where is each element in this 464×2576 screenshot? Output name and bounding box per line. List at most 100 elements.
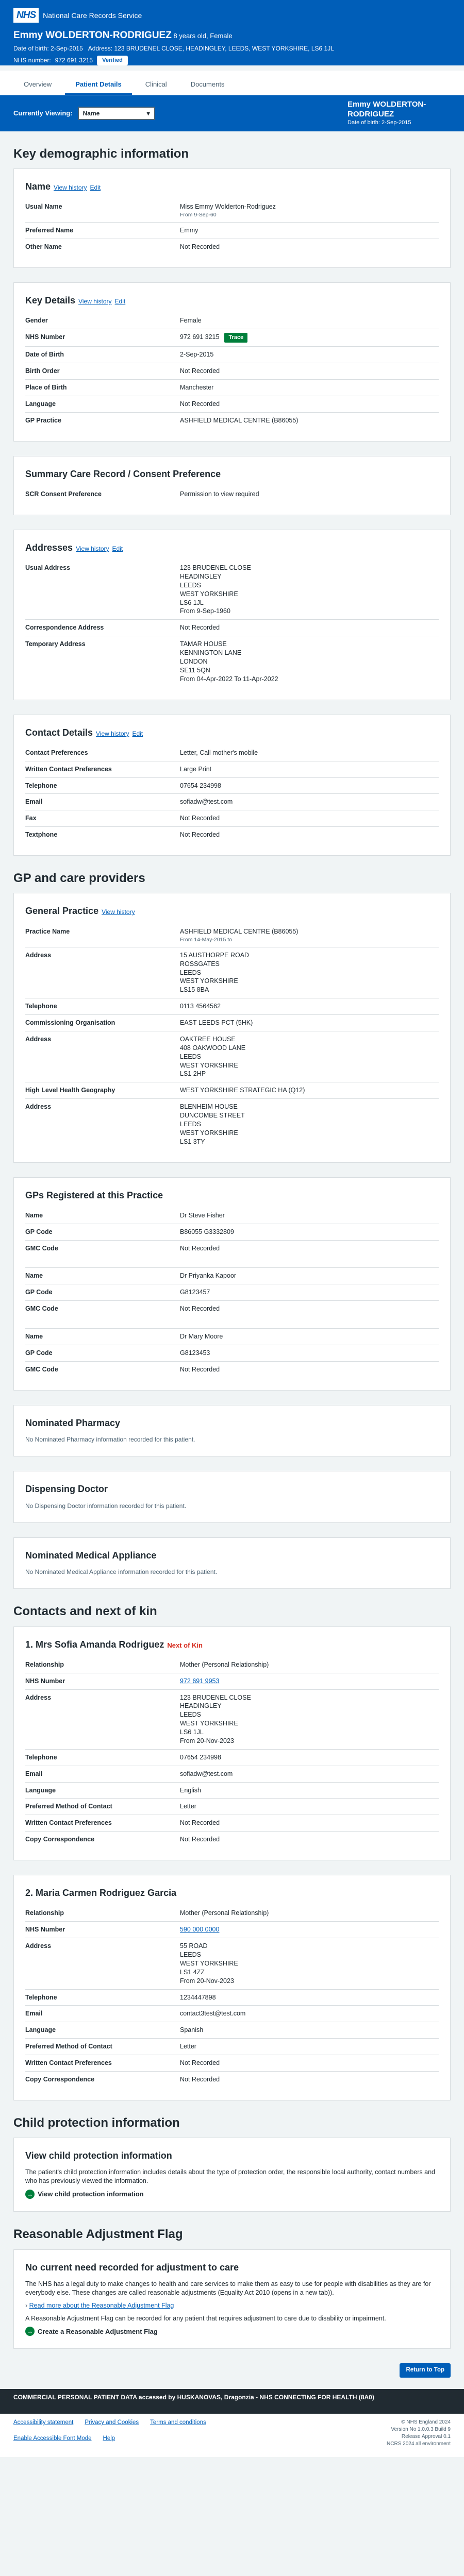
detail-line: TAMAR HOUSE bbox=[180, 640, 227, 648]
detail-value: ASHFIELD MEDICAL CENTRE (B86055) From 14-… bbox=[180, 927, 439, 943]
key-demographics-heading: Key demographic information bbox=[13, 146, 189, 161]
detail-label: GMC Code bbox=[25, 1305, 58, 1313]
footer: Accessibility statement Privacy and Cooki… bbox=[0, 2413, 464, 2457]
detail-row: Telephone 07654 234998 bbox=[25, 1749, 439, 1766]
detail-row: Practice Name ASHFIELD MEDICAL CENTRE (B8… bbox=[25, 924, 439, 947]
detail-line: WEST YORKSHIRE bbox=[180, 1720, 238, 1727]
detail-line: WEST YORKSHIRE bbox=[180, 1959, 238, 1967]
detail-row: Commissioning Organisation EAST LEEDS PCT… bbox=[25, 1014, 439, 1031]
detail-row: NHS Number 972 691 3215 Trace bbox=[25, 329, 439, 346]
key-details-card: Key Details View history Edit Gender Female… bbox=[13, 282, 451, 442]
name-edit-link[interactable]: Edit bbox=[90, 184, 101, 191]
detail-value: B86055 G3332809 bbox=[180, 1228, 439, 1236]
detail-line: LONDON bbox=[180, 657, 208, 665]
detail-value: 972 691 3215 Trace bbox=[180, 333, 439, 343]
key-details-edit-link[interactable]: Edit bbox=[115, 298, 126, 305]
detail-row: GP Code G8123457 bbox=[25, 1284, 439, 1300]
section-select[interactable]: Name ▾ bbox=[77, 106, 155, 120]
footer-link[interactable]: Help bbox=[103, 2435, 115, 2448]
detail-line: LS6 1JL bbox=[180, 599, 204, 606]
detail-label: Email bbox=[25, 1770, 43, 1777]
view-child-protection-action[interactable]: → View child protection information bbox=[25, 2190, 439, 2199]
gp-heading: GP and care providers bbox=[13, 871, 145, 886]
contact-person-card-1: 1. Mrs Sofia Amanda Rodriguez Next of Kin… bbox=[13, 1626, 451, 1861]
addresses-view-history-link[interactable]: View history bbox=[76, 545, 109, 552]
gp-view-history-link[interactable]: View history bbox=[102, 908, 135, 916]
detail-label: Telephone bbox=[25, 1003, 57, 1010]
detail-value: Letter bbox=[180, 1802, 439, 1811]
detail-row: Name Dr Priyanka Kapoor bbox=[25, 1267, 439, 1284]
read-more-raf-link[interactable]: Read more about the Reasonable Adjustmen… bbox=[29, 2302, 174, 2309]
detail-line: LS6 1JL bbox=[180, 1728, 204, 1736]
detail-label: Telephone bbox=[25, 1753, 57, 1761]
detail-row: Preferred Method of Contact Letter bbox=[25, 2038, 439, 2055]
detail-row: Language Not Recorded bbox=[25, 395, 439, 412]
addresses-card: Addresses View history Edit Usual Address 1… bbox=[13, 529, 451, 700]
detail-row: Name Dr Mary Moore bbox=[25, 1328, 439, 1345]
trace-button[interactable]: Trace bbox=[224, 333, 248, 343]
detail-row: GMC Code Not Recorded bbox=[25, 1240, 439, 1257]
detail-value: 123 BRUDENEL CLOSE HEADINGLEY LEEDS WEST YO… bbox=[180, 564, 439, 616]
detail-row: Preferred Method of Contact Letter bbox=[25, 1798, 439, 1815]
detail-value: Emmy bbox=[180, 226, 439, 235]
create-raf-action[interactable]: → Create a Reasonable Adjustment Flag bbox=[25, 2327, 439, 2336]
arrow-right-icon: → bbox=[25, 2327, 35, 2336]
contact-details-card: Contact Details View history Edit Contact … bbox=[13, 714, 451, 856]
dispensing-doctor-card: Dispensing Doctor No Dispensing Doctor i… bbox=[13, 1471, 451, 1523]
detail-row: High Level Health Geography WEST YORKSHIR… bbox=[25, 1082, 439, 1098]
contact-edit-link[interactable]: Edit bbox=[132, 730, 143, 737]
detail-line: ROSSGATES bbox=[180, 960, 220, 968]
addresses-edit-link[interactable]: Edit bbox=[112, 545, 123, 552]
return-to-top-button[interactable]: Return to Top bbox=[400, 2363, 451, 2378]
detail-value: contact3test@test.com bbox=[180, 2009, 439, 2018]
nhs-number-link[interactable]: 590 000 0000 bbox=[180, 1926, 219, 1933]
contact-person-card-2: 2. Maria Carmen Rodriguez Garcia Relatio… bbox=[13, 1875, 451, 2100]
version-line: © NHS England 2024 bbox=[401, 2419, 451, 2425]
detail-value: BLENHEIM HOUSE DUNCOMBE STREET LEEDS WEST Y… bbox=[180, 1103, 439, 1146]
detail-text: 1234447898 bbox=[180, 1993, 216, 2001]
detail-row: NHS Number 590 000 0000 bbox=[25, 1921, 439, 1938]
detail-value: Permission to view required bbox=[180, 490, 439, 499]
detail-text: 2-Sep-2015 bbox=[180, 351, 214, 359]
footer-link[interactable]: Enable Accessible Font Mode bbox=[13, 2435, 92, 2448]
tab-documents[interactable]: Documents bbox=[180, 75, 235, 95]
footer-link[interactable]: Accessibility statement bbox=[13, 2419, 73, 2432]
footer-link[interactable]: Privacy and Cookies bbox=[85, 2419, 139, 2432]
detail-value: Dr Priyanka Kapoor bbox=[180, 1272, 439, 1280]
detail-value: Spanish bbox=[180, 2026, 439, 2035]
detail-label: Practice Name bbox=[25, 927, 70, 935]
nhs-number-link[interactable]: 972 691 9953 bbox=[180, 1677, 219, 1685]
detail-label: Preferred Name bbox=[25, 227, 74, 234]
tab-patient-details[interactable]: Patient Details bbox=[65, 75, 132, 95]
tab-overview[interactable]: Overview bbox=[13, 75, 62, 95]
tab-clinical[interactable]: Clinical bbox=[135, 75, 177, 95]
detail-text: 07654 234998 bbox=[180, 782, 221, 789]
detail-value: Not Recorded bbox=[180, 1244, 439, 1253]
detail-text: Not Recorded bbox=[180, 367, 220, 375]
detail-line: LS1 3TY bbox=[180, 1138, 205, 1145]
detail-value: EAST LEEDS PCT (5HK) bbox=[180, 1019, 439, 1027]
detail-line: LS15 8BA bbox=[180, 986, 209, 994]
detail-value: Large Print bbox=[180, 765, 439, 774]
detail-label: GP Code bbox=[25, 1289, 53, 1296]
detail-value: Not Recorded bbox=[180, 243, 439, 251]
contact-view-history-link[interactable]: View history bbox=[96, 730, 129, 737]
detail-label: Address bbox=[25, 1693, 52, 1701]
detail-row: Fax Not Recorded bbox=[25, 810, 439, 826]
name-view-history-link[interactable]: View history bbox=[54, 184, 87, 191]
detail-row: GP Code G8123453 bbox=[25, 1344, 439, 1361]
detail-label: Usual Name bbox=[25, 203, 62, 211]
medical-appliance-card: Nominated Medical Appliance No Nominated… bbox=[13, 1537, 451, 1589]
detail-value: 972 691 9953 bbox=[180, 1677, 439, 1686]
detail-value: 123 BRUDENEL CLOSE HEADINGLEY LEEDS WEST YO… bbox=[180, 1693, 439, 1745]
detail-value: 07654 234998 bbox=[180, 782, 439, 790]
detail-text: Dr Mary Moore bbox=[180, 1333, 223, 1341]
key-details-view-history-link[interactable]: View history bbox=[78, 298, 111, 305]
detail-label: Birth Order bbox=[25, 367, 60, 375]
detail-row: Written Contact Preferences Large Print bbox=[25, 760, 439, 777]
detail-row: Telephone 1234447898 bbox=[25, 1989, 439, 2006]
detail-value: Letter, Call mother's mobile bbox=[180, 749, 439, 757]
footer-link[interactable]: Terms and conditions bbox=[150, 2419, 206, 2432]
verified-badge: Verified bbox=[97, 55, 128, 65]
detail-label: Other Name bbox=[25, 243, 62, 251]
